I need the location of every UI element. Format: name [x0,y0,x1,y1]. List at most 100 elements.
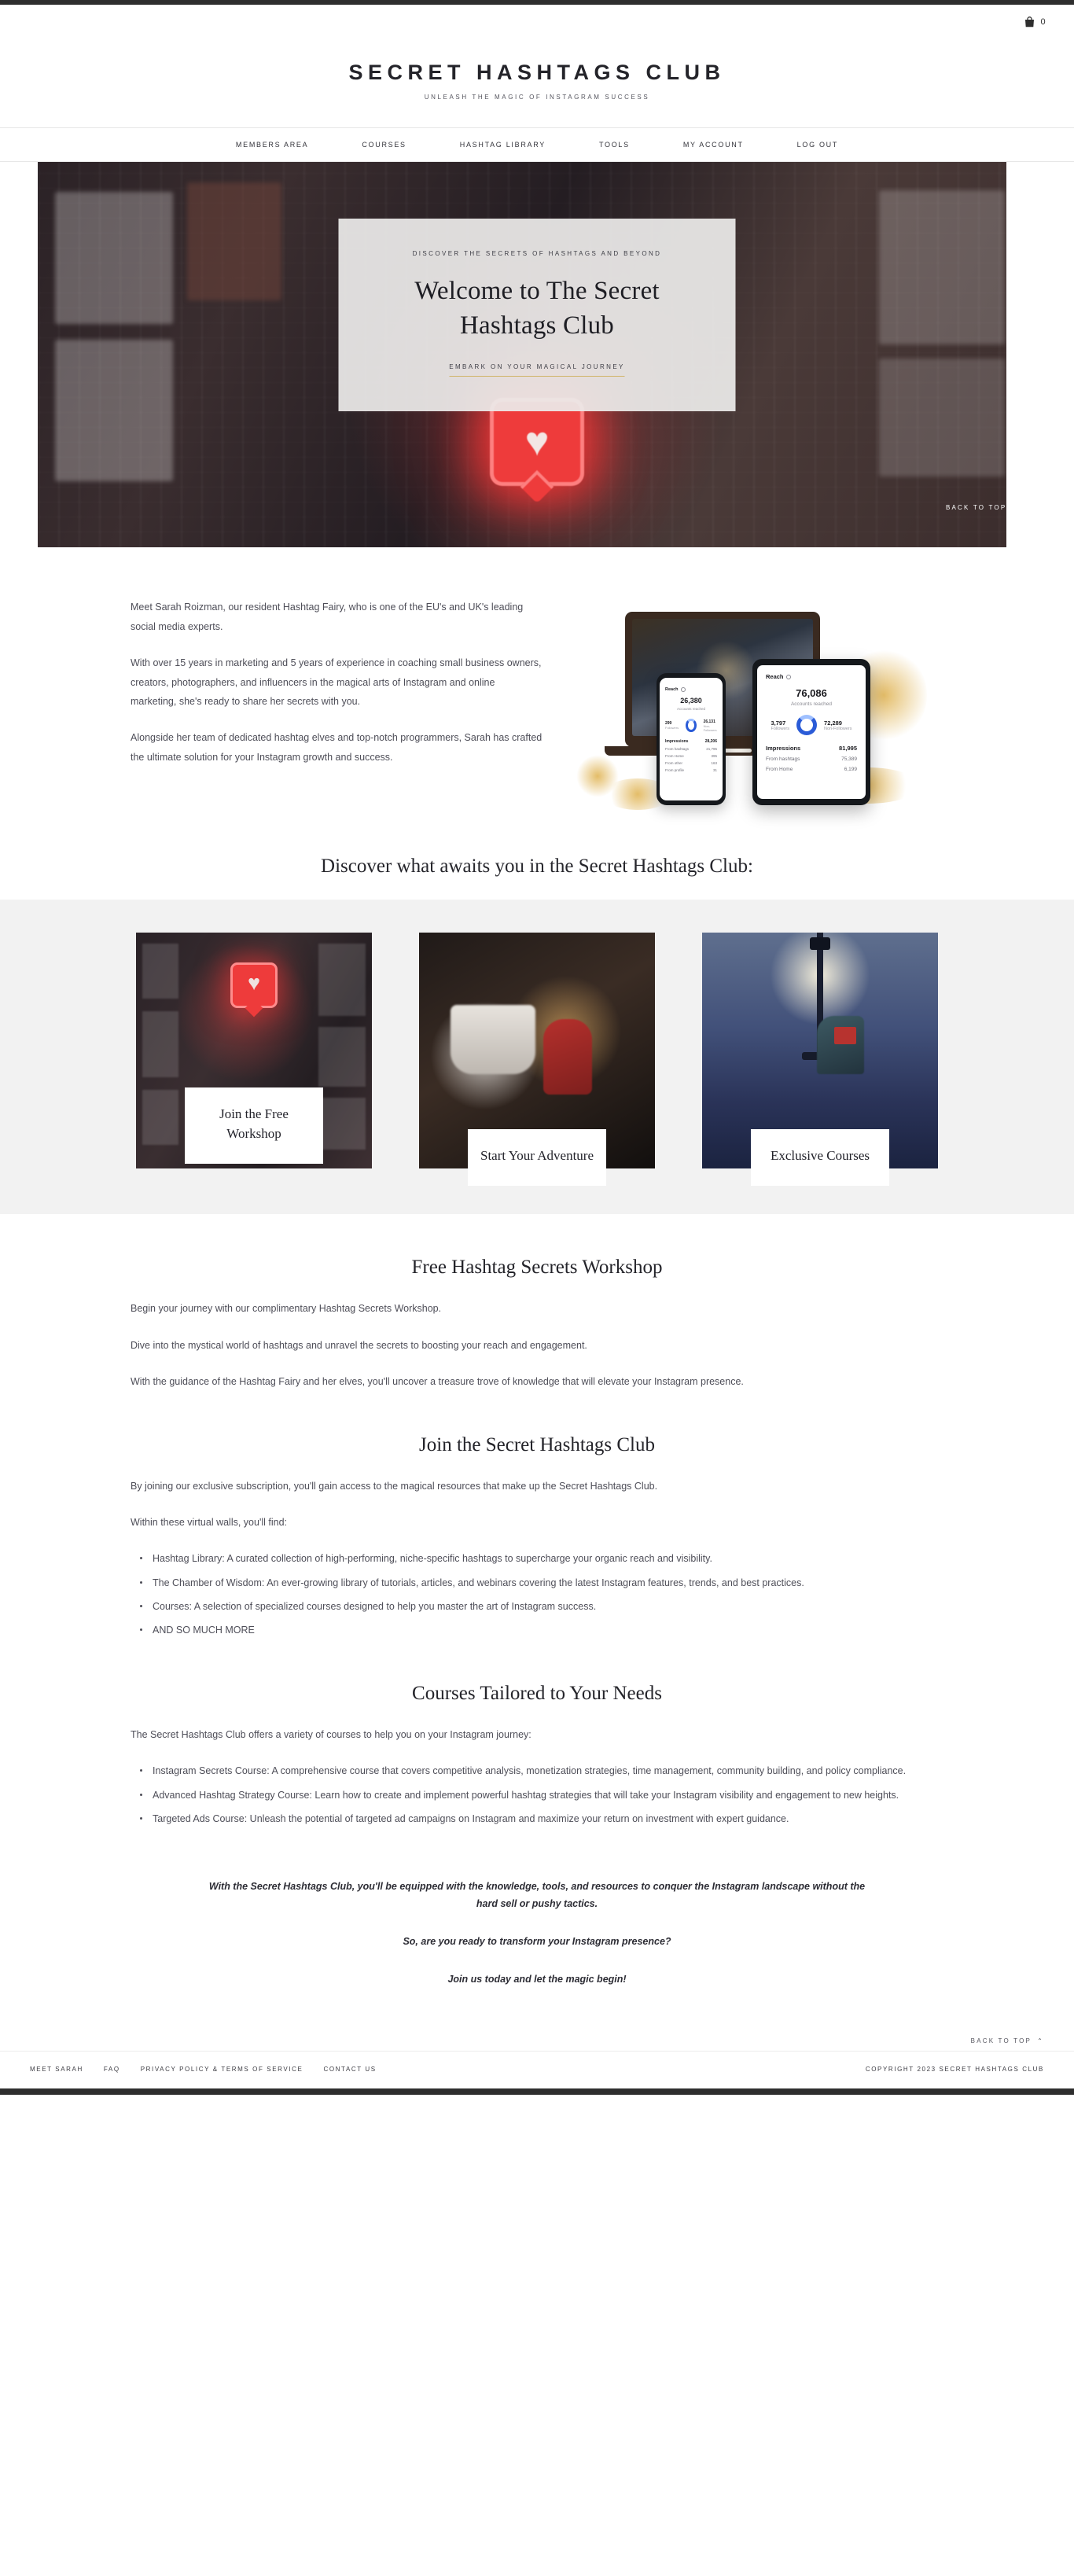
shopping-bag-icon [1024,17,1035,28]
phone-impressions-value: 28,206 [704,739,717,745]
footer-link-privacy-policy[interactable]: PRIVACY POLICY & TERMS OF SERVICE [141,2066,303,2073]
phone-stat-value: 31 [712,768,717,773]
about-paragraph: Meet Sarah Roizman, our resident Hashtag… [131,602,524,632]
site-footer: MEET SARAH FAQ PRIVACY POLICY & TERMS OF… [0,2050,1074,2088]
courses-intro: The Secret Hashtags Club offers a variet… [131,1728,531,1740]
phone-stat-row: From Home 395 [665,754,717,758]
phone-stat-row: From other 163 [665,761,717,765]
courses-title: Courses Tailored to Your Needs [412,1682,662,1704]
nav-item-log-out[interactable]: LOG OUT [771,138,865,151]
phone-insights-title-text: Reach [665,687,679,693]
hero-eyebrow: DISCOVER THE SECRETS OF HASHTAGS AND BEY… [412,250,662,258]
device-mockup-image: Reach 26,380 Accounts reached 299 Follow… [576,601,927,811]
phone-impressions-label: Impressions [665,739,689,745]
phone-stat-row: From profile 31 [665,768,717,772]
list-item: Advanced Hashtag Strategy Course: Learn … [131,1786,943,1805]
feature-card-exclusive-courses[interactable]: Exclusive Courses [702,933,938,1187]
nav-item-courses[interactable]: COURSES [335,138,432,151]
phone-nonfollowers-label: Non-Followers [703,723,717,732]
workshop-section: Free Hashtag Secrets Workshop Begin your… [101,1257,973,1391]
hero-panel: DISCOVER THE SECRETS OF HASHTAGS AND BEY… [338,219,736,412]
tablet-stat-row: From Home 6,199 [766,767,857,772]
phone-stat-label: From Home [665,754,684,759]
join-section: Join the Secret Hashtags Club By joining… [101,1434,973,1640]
phone-stat-value: 163 [711,761,717,766]
phone-reach-label: Accounts reached [676,707,706,712]
nav-item-my-account[interactable]: MY ACCOUNT [657,138,771,151]
hero-decor-card [187,182,281,301]
footer-links: MEET SARAH FAQ PRIVACY POLICY & TERMS OF… [30,2066,377,2073]
workshop-paragraph: Dive into the mystical world of hashtags… [131,1339,587,1351]
phone-stat-value: 395 [711,754,717,759]
tablet-stat-row: From hashtags 75,389 [766,756,857,762]
tablet-stat-label: From hashtags [766,756,800,763]
cart-count: 0 [1040,17,1046,27]
hero-decor-card [55,192,173,325]
footer-link-faq[interactable]: FAQ [104,2066,120,2073]
about-copy: Meet Sarah Roizman, our resident Hashtag… [131,598,543,767]
feature-card-free-workshop[interactable]: ♥ Join the Free Workshop [136,933,372,1169]
list-item: Targeted Ads Course: Unleash the potenti… [131,1809,943,1828]
phone-stat-label: From hashtags [665,747,690,752]
workshop-paragraph: With the guidance of the Hashtag Fairy a… [131,1376,744,1388]
site-header: SECRET HASHTAGS CLUB UNLEASH THE MAGIC O… [0,39,1074,128]
cart-button[interactable]: 0 [1024,17,1046,28]
nav-item-members-area[interactable]: MEMBERS AREA [209,138,335,151]
bottom-dark-strip [0,2088,1074,2095]
discover-heading: Discover what awaits you in the Secret H… [321,856,753,878]
phone-stat-row: From hashtags 21,795 [665,747,717,751]
phone-insights-title: Reach [665,687,717,693]
hero-back-to-top-label: BACK TO TOP [945,503,1007,511]
footer-copyright: COPYRIGHT 2023 SECRET HASHTAGS CLUB [865,2065,1044,2073]
tablet-impressions-row: Impressions 81,995 [766,745,857,752]
feature-card-start-adventure[interactable]: Start Your Adventure [419,933,655,1187]
hero-back-to-top-button[interactable]: BACK TO TOP ⌃ [946,503,1021,511]
tablet-mockup: Reach 76,086 Accounts reached 3,797 Foll… [752,659,870,806]
workshop-paragraph: Begin your journey with our complimentar… [131,1303,442,1315]
hero-decor-card [55,340,173,482]
about-paragraph: Alongside her team of dedicated hashtag … [131,732,543,763]
courses-list: Instagram Secrets Course: A comprehensiv… [131,1761,943,1828]
tablet-stat-value: 6,199 [844,767,857,773]
phone-reach-value: 26,380 [680,697,702,705]
tablet-impressions-value: 81,995 [839,745,857,753]
hero-title-line-2: Hashtags Club [459,311,614,340]
footer-link-contact-us[interactable]: CONTACT US [323,2066,376,2073]
tablet-stat-value: 75,389 [841,756,857,763]
tablet-nonfollowers-label: Non-Followers [824,726,852,731]
hero-decor-card [879,190,1005,345]
tablet-stat-label: From Home [766,767,793,773]
workshop-title: Free Hashtag Secrets Workshop [411,1257,663,1279]
footer-link-meet-sarah[interactable]: MEET SARAH [30,2066,83,2073]
hero-title: Welcome to The Secret Hashtags Club [370,274,704,343]
phone-nonfollowers-value: 26,131 [703,719,715,724]
info-icon [785,674,791,679]
page-back-to-top-label: BACK TO TOP [970,2037,1032,2044]
chevron-up-icon: ⌃ [1037,2037,1044,2044]
courses-section: Courses Tailored to Your Needs The Secre… [101,1683,973,1829]
feature-card-label: Start Your Adventure [468,1128,606,1187]
about-section: Meet Sarah Roizman, our resident Hashtag… [101,547,973,829]
tablet-followers-value: 3,797 [771,719,786,727]
join-paragraph: By joining our exclusive subscription, y… [131,1480,658,1492]
closing-line: Join us today and let the magic begin! [447,1973,627,1985]
main-navigation: MEMBERS AREA COURSES HASHTAG LIBRARY TOO… [0,127,1074,163]
donut-chart-icon [686,719,697,733]
page-back-to-top-button[interactable]: BACK TO TOP ⌃ [0,2020,1074,2051]
neon-heart-icon: ♥ [490,398,584,508]
hero-cta-link[interactable]: EMBARK ON YOUR MAGICAL JOURNEY [449,363,625,377]
phone-stat-value: 21,795 [706,747,717,752]
nav-item-hashtag-library[interactable]: HASHTAG LIBRARY [433,138,572,151]
utility-bar: 0 [0,5,1074,39]
phone-impressions-row: Impressions 28,206 [665,739,717,744]
phone-followers-label: Followers [665,726,679,730]
hero-right-gutter [1006,162,1036,548]
closing-line: So, are you ready to transform your Inst… [403,1936,671,1948]
feature-card-label: Exclusive Courses [751,1128,889,1187]
phone-mockup: Reach 26,380 Accounts reached 299 Follow… [657,673,726,806]
feature-cards-grid: ♥ Join the Free Workshop Start Your Adve… [136,933,938,1187]
phone-stat-label: From other [665,761,683,766]
nav-item-tools[interactable]: TOOLS [572,138,657,151]
join-benefits-list: Hashtag Library: A curated collection of… [131,1549,943,1640]
list-item: Instagram Secrets Course: A comprehensiv… [131,1761,943,1780]
